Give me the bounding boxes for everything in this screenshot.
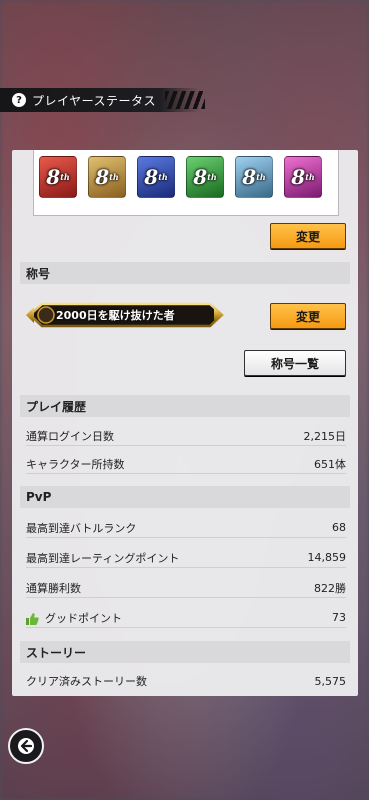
- card-2[interactable]: 8th: [88, 156, 126, 198]
- current-title-text: 2000日を駆け抜けた者: [56, 309, 175, 322]
- card-tray: 8th 8th 8th 8th 8th 8th: [33, 150, 339, 216]
- page-title: プレイヤーステータス: [32, 93, 157, 108]
- header-stripes-decoration: [165, 91, 205, 109]
- card-3[interactable]: 8th: [137, 156, 175, 198]
- stat-value: 822勝: [314, 581, 346, 595]
- stat-label: 最高到達バトルランク: [26, 521, 137, 535]
- stat-value: 14,859: [307, 551, 347, 564]
- stat-value: 651体: [314, 457, 346, 471]
- current-title-banner: 2000日を駆け抜けた者: [24, 302, 224, 328]
- question-circle-icon[interactable]: ?: [12, 93, 26, 107]
- stat-label: キャラクター所持数: [26, 457, 125, 471]
- change-title-button[interactable]: 変更: [270, 303, 346, 329]
- back-button[interactable]: [8, 728, 44, 764]
- stat-row-characters-owned: キャラクター所持数 651体: [26, 454, 346, 474]
- card-5[interactable]: 8th: [235, 156, 273, 198]
- stat-value: 5,575: [314, 674, 347, 688]
- stat-value: 73: [332, 611, 346, 624]
- change-cards-button[interactable]: 変更: [270, 223, 346, 249]
- story-heading: ストーリー: [20, 641, 350, 663]
- stat-row-total-wins: 通算勝利数 822勝: [26, 578, 346, 598]
- card-6[interactable]: 8th: [284, 156, 322, 198]
- stat-value: 2,215日: [303, 429, 347, 443]
- arrow-left-icon: [18, 738, 34, 754]
- stat-label: 通算ログイン日数: [26, 429, 114, 443]
- stat-row-battle-rank: 最高到達バトルランク 68: [26, 518, 346, 538]
- stat-row-login-days: 通算ログイン日数 2,215日: [26, 426, 346, 446]
- play-history-heading: プレイ履歴: [20, 395, 350, 417]
- thumbs-up-icon: [26, 612, 39, 625]
- stat-label: 最高到達レーティングポイント: [26, 551, 180, 565]
- card-1[interactable]: 8th: [39, 156, 77, 198]
- stat-label: クリア済みストーリー数: [26, 675, 147, 688]
- title-list-button[interactable]: 称号一覧: [244, 350, 346, 376]
- pvp-heading: PvP: [20, 486, 350, 508]
- status-panel: 8th 8th 8th 8th 8th 8th 変更 称号 2000日を駆け抜け…: [12, 150, 358, 696]
- stat-label: グッドポイント: [45, 611, 122, 625]
- stat-label: 通算勝利数: [26, 581, 81, 595]
- stat-row-good-points: グッドポイント 73: [26, 608, 346, 628]
- stat-label-group: グッドポイント: [26, 610, 122, 626]
- stat-value: 68: [332, 521, 346, 534]
- card-4[interactable]: 8th: [186, 156, 224, 198]
- title-section-heading: 称号: [20, 262, 350, 284]
- stat-row-stories-cleared: クリア済みストーリー数 5,575: [26, 671, 346, 691]
- stat-row-rating-points: 最高到達レーティングポイント 14,859: [26, 548, 346, 568]
